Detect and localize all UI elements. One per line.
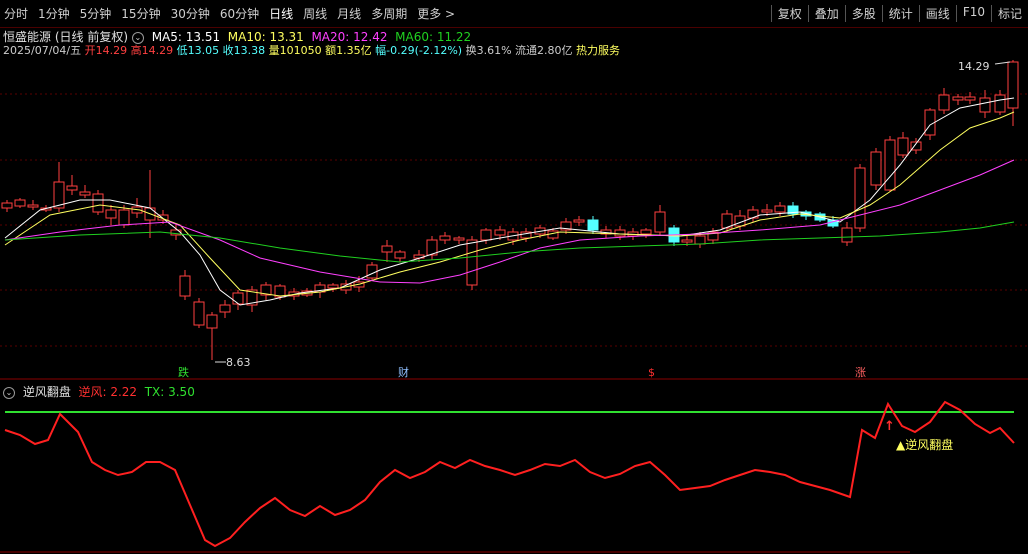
candle-body-44 bbox=[587, 219, 599, 231]
low-price-label: 8.63 bbox=[226, 356, 251, 369]
candle-body-14 bbox=[179, 275, 191, 297]
candle-body-5 bbox=[66, 185, 78, 191]
candle-body-17 bbox=[219, 304, 231, 313]
candle-body-30 bbox=[394, 251, 406, 259]
signal-label: ▲逆风翻盘 bbox=[896, 437, 953, 452]
candle-body-9 bbox=[118, 209, 130, 226]
event-marker-1: 财 bbox=[398, 365, 409, 379]
candle-body-70 bbox=[938, 94, 950, 111]
indicator-line bbox=[4, 400, 1015, 548]
candle-body-48 bbox=[640, 229, 652, 235]
candle-body-6 bbox=[79, 191, 91, 196]
event-marker-2: $ bbox=[648, 366, 655, 379]
candle-body-35 bbox=[466, 239, 478, 286]
candle-body-71 bbox=[952, 96, 964, 101]
candle-body-46 bbox=[614, 229, 626, 237]
candle-body-2 bbox=[27, 204, 39, 208]
up-arrow-icon: ↑ bbox=[884, 419, 895, 434]
candle-body-58 bbox=[774, 205, 786, 213]
candle-body-16 bbox=[206, 314, 218, 329]
candle-body-7 bbox=[92, 193, 104, 213]
candle-body-37 bbox=[494, 229, 506, 236]
candle-body-65 bbox=[870, 151, 882, 186]
candle-body-15 bbox=[193, 301, 205, 326]
candle-body-0 bbox=[1, 202, 13, 209]
candle-body-34 bbox=[453, 237, 465, 241]
candle-body-67 bbox=[897, 137, 909, 156]
candle-body-18 bbox=[232, 292, 244, 305]
candle-body-57 bbox=[761, 209, 773, 213]
candle-body-73 bbox=[979, 97, 991, 113]
kline-chart[interactable]: 14.29 8.63 跌 财 $ 涨 ↑▲逆风翻盘 bbox=[0, 0, 1028, 554]
candle-body-49 bbox=[654, 211, 666, 233]
candle-body-8 bbox=[105, 209, 117, 219]
candle-body-75 bbox=[1007, 61, 1019, 109]
candle-body-66 bbox=[884, 139, 896, 191]
candle-body-51 bbox=[681, 239, 693, 243]
high-price-label: 14.29 bbox=[958, 60, 990, 73]
candle-body-1 bbox=[14, 199, 26, 207]
event-marker-3: 涨 bbox=[855, 366, 866, 379]
candle-body-43 bbox=[573, 219, 585, 223]
candle-body-72 bbox=[964, 96, 976, 101]
candle-body-74 bbox=[994, 94, 1006, 113]
candle-body-63 bbox=[841, 227, 853, 243]
event-marker-0: 跌 bbox=[178, 365, 189, 379]
candle-body-25 bbox=[327, 284, 339, 289]
candle-body-29 bbox=[381, 245, 393, 253]
candle-body-52 bbox=[694, 235, 706, 245]
candle-body-33 bbox=[439, 235, 451, 241]
candle-body-64 bbox=[854, 167, 866, 229]
candle-body-36 bbox=[480, 229, 492, 241]
